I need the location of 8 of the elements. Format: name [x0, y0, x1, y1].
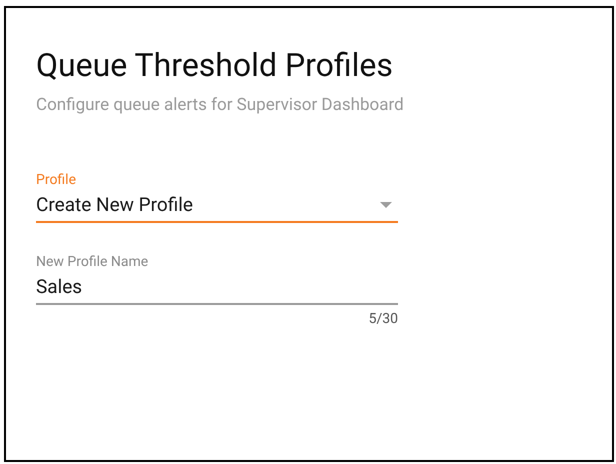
- field-label: Profile: [36, 171, 78, 189]
- profile-dropdown[interactable]: Create New Profile: [36, 189, 398, 223]
- field-label: New Profile Name: [36, 253, 150, 271]
- character-counter: 5/30: [368, 310, 398, 329]
- page-subtitle: Configure queue alerts for Supervisor Dashboard: [36, 94, 405, 116]
- name-input-field[interactable]: Sales: [36, 271, 398, 305]
- page-title: Queue Threshold Profiles: [36, 46, 394, 84]
- dropdown-caret-icon: [380, 202, 392, 208]
